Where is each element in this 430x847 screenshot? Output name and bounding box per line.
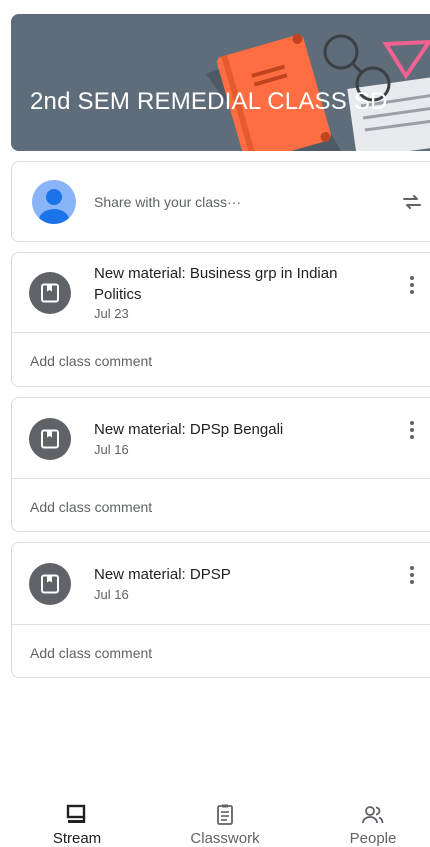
post-title[interactable]: New material: DPSp Bengali bbox=[94, 419, 344, 440]
more-vert-icon[interactable] bbox=[404, 273, 420, 297]
material-icon bbox=[29, 418, 71, 460]
class-banner[interactable]: 2nd SEM REMEDIAL CLASS SD bbox=[11, 14, 430, 151]
tab-classwork[interactable]: Classwork bbox=[170, 796, 280, 847]
add-comment-link[interactable]: Add class comment bbox=[30, 499, 152, 515]
post-date: Jul 23 bbox=[94, 306, 129, 321]
bottom-nav: Stream Classwork People bbox=[0, 796, 430, 847]
people-icon bbox=[362, 806, 384, 824]
add-comment-link[interactable]: Add class comment bbox=[30, 353, 152, 369]
post-date: Jul 16 bbox=[94, 442, 129, 457]
post-card[interactable]: New material: Business grp in Indian Pol… bbox=[11, 252, 430, 387]
person-icon bbox=[39, 189, 69, 224]
material-icon bbox=[29, 563, 71, 605]
add-comment-link[interactable]: Add class comment bbox=[30, 645, 152, 661]
class-title: 2nd SEM REMEDIAL CLASS SD bbox=[30, 88, 388, 115]
divider bbox=[12, 624, 430, 625]
divider bbox=[12, 332, 430, 333]
post-title[interactable]: New material: Business grp in Indian Pol… bbox=[94, 263, 344, 305]
more-vert-icon[interactable] bbox=[404, 418, 420, 442]
material-icon bbox=[29, 272, 71, 314]
more-vert-icon[interactable] bbox=[404, 563, 420, 587]
avatar bbox=[32, 180, 76, 224]
post-title[interactable]: New material: DPSP bbox=[94, 564, 344, 585]
tab-label: Stream bbox=[52, 830, 102, 847]
repost-icon[interactable] bbox=[400, 190, 424, 214]
share-input[interactable]: Share with your class··· bbox=[94, 194, 241, 210]
tab-label: Classwork bbox=[190, 830, 260, 847]
tab-people[interactable]: People bbox=[318, 796, 428, 847]
stream-icon bbox=[66, 804, 86, 823]
post-card[interactable]: New material: DPSP Jul 16 Add class comm… bbox=[11, 542, 430, 678]
divider bbox=[12, 478, 430, 479]
post-card[interactable]: New material: DPSp Bengali Jul 16 Add cl… bbox=[11, 397, 430, 532]
post-date: Jul 16 bbox=[94, 587, 129, 602]
tab-stream[interactable]: Stream bbox=[22, 796, 132, 847]
tab-label: People bbox=[349, 830, 397, 847]
classwork-icon bbox=[217, 804, 233, 825]
banner-illustration bbox=[11, 14, 430, 151]
share-card[interactable]: Share with your class··· bbox=[11, 161, 430, 242]
